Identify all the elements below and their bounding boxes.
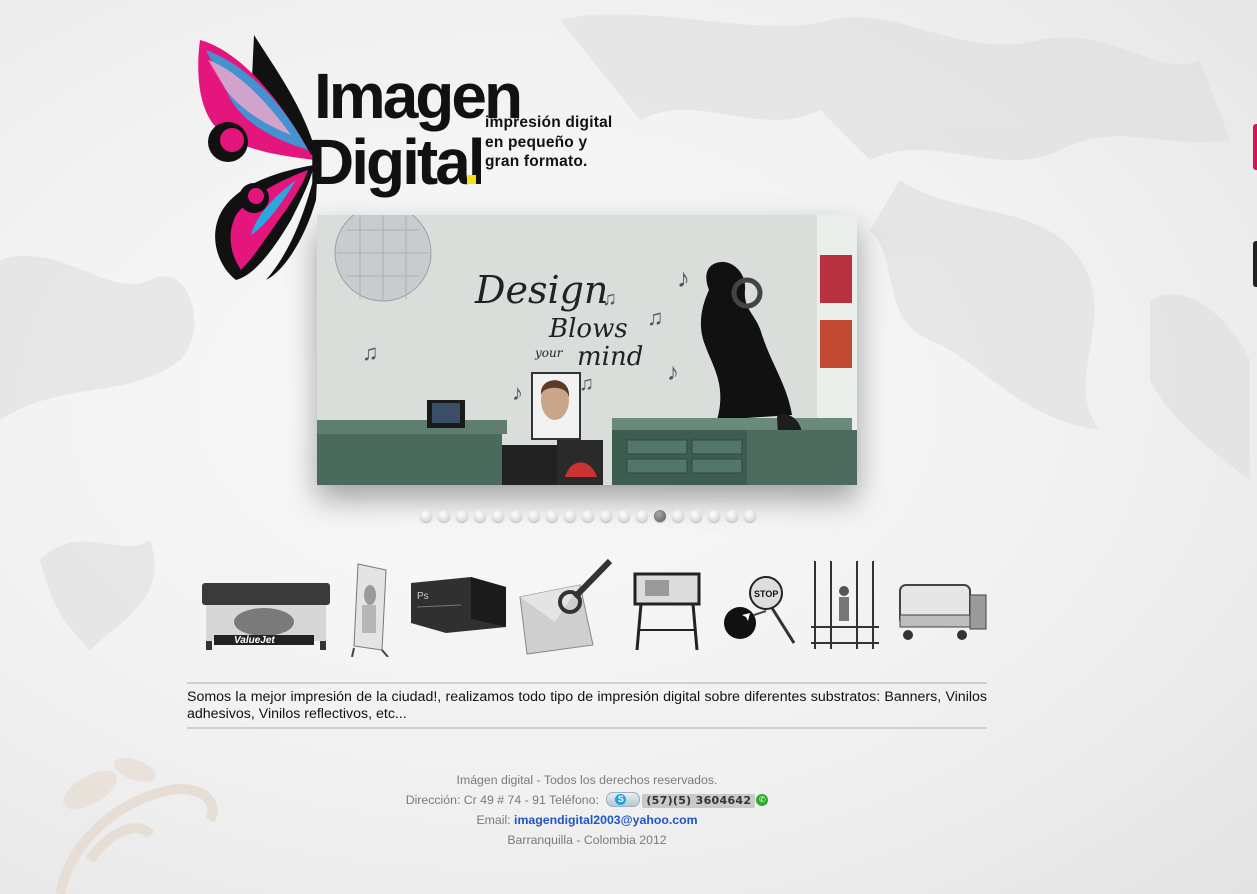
skype-icon: S xyxy=(615,794,627,806)
footer-email-label: Email: xyxy=(476,813,511,827)
laminator-machine-icon xyxy=(899,584,987,640)
photoshop-box-icon: Ps xyxy=(411,577,506,633)
slider-dot[interactable] xyxy=(600,510,612,522)
logo-tagline: impresión digital en pequeño y gran form… xyxy=(485,113,612,172)
thumb-scaffold-installer[interactable] xyxy=(809,561,881,658)
thumb-plotter[interactable] xyxy=(631,570,703,655)
svg-text:♪: ♪ xyxy=(512,380,523,405)
roll-up-banner-icon xyxy=(351,563,389,658)
slide-text-blows: Blows xyxy=(548,314,628,344)
slider-dot[interactable] xyxy=(726,510,738,522)
slider-dot[interactable] xyxy=(510,510,522,522)
slider-dot[interactable] xyxy=(618,510,630,522)
footer-city: Barranquilla - Colombia 2012 xyxy=(507,833,667,847)
svg-text:♫: ♫ xyxy=(602,288,617,310)
image-slider[interactable]: Design Blows your mind ♪ ♫ ♫ ♪ ♫ ♪ ♫ xyxy=(317,215,857,485)
slider-dot[interactable] xyxy=(492,510,504,522)
slider-dot[interactable] xyxy=(672,510,684,522)
large-format-printer-icon: ValueJet xyxy=(202,583,330,650)
slider-dot[interactable] xyxy=(744,510,756,522)
slider-dot[interactable] xyxy=(438,510,450,522)
stop-label: STOP xyxy=(754,589,778,599)
slide-text-mind: mind xyxy=(577,342,643,372)
side-tab-pink[interactable] xyxy=(1253,124,1257,170)
skype-status-button[interactable]: S xyxy=(606,792,641,808)
call-icon[interactable]: ✆ xyxy=(756,793,769,806)
thumb-photoshop-box[interactable]: Ps xyxy=(411,577,506,638)
slider-dot[interactable] xyxy=(636,510,648,522)
thumb-roll-up-banner[interactable] xyxy=(348,560,394,662)
slider-dot[interactable] xyxy=(528,510,540,522)
plotter-icon xyxy=(633,572,701,651)
slider-dot[interactable] xyxy=(708,510,720,522)
thumb-large-format-printer[interactable]: ValueJet xyxy=(194,575,336,655)
slider-dot[interactable] xyxy=(546,510,558,522)
slide-image: Design Blows your mind ♪ ♫ ♫ ♪ ♫ ♪ ♫ xyxy=(317,215,857,485)
stop-sign-icon: STOP xyxy=(724,576,796,644)
valuejet-label: ValueJet xyxy=(234,635,275,646)
butterfly-logo-icon xyxy=(198,35,318,280)
tagline-line: gran formato. xyxy=(485,153,588,170)
logo-yellow-dot xyxy=(467,175,476,184)
slider-dot[interactable] xyxy=(474,510,486,522)
phone-number[interactable]: (57)(5) 3604642 xyxy=(642,794,756,808)
svg-text:♫: ♫ xyxy=(647,305,664,330)
footer-rights: Imágen digital - Todos los derechos rese… xyxy=(456,773,718,787)
thumb-stop-sign[interactable]: STOP xyxy=(720,575,800,650)
service-thumbnails: ValueJet Ps STOP xyxy=(188,555,988,660)
slide-text-design: Design xyxy=(474,268,608,312)
email-link[interactable]: imagendigital2003@yahoo.com xyxy=(514,813,698,827)
svg-text:♫: ♫ xyxy=(579,373,594,395)
slider-dot[interactable] xyxy=(420,510,432,522)
svg-text:♫: ♫ xyxy=(362,340,379,365)
slider-dot[interactable] xyxy=(690,510,702,522)
tagline-line: impresión digital xyxy=(485,114,613,131)
footer-email-line: Email: imagendigital2003@yahoo.com xyxy=(187,810,987,830)
slider-dot[interactable] xyxy=(456,510,468,522)
slider-dot[interactable] xyxy=(564,510,576,522)
slider-dot[interactable] xyxy=(582,510,594,522)
thumb-vinyl-tool[interactable] xyxy=(515,557,615,660)
side-tab-dark[interactable] xyxy=(1253,241,1257,287)
company-description: Somos la mejor impresión de la ciudad!, … xyxy=(187,682,987,729)
scaffold-installer-icon xyxy=(811,561,879,649)
page-footer: Imágen digital - Todos los derechos rese… xyxy=(187,770,987,850)
photoshop-label: Ps xyxy=(417,591,429,602)
slider-dot[interactable] xyxy=(654,510,666,522)
slider-pagination xyxy=(420,510,756,522)
slide-text-your: your xyxy=(534,346,564,360)
footer-address-line: Dirección: Cr 49 # 74 - 91 Teléfono: S (5… xyxy=(187,790,987,810)
svg-text:♪: ♪ xyxy=(677,263,690,293)
vinyl-tool-icon xyxy=(519,558,613,655)
tagline-line: en pequeño y xyxy=(485,133,588,151)
thumb-laminator-machine[interactable] xyxy=(892,575,988,648)
footer-address: Dirección: Cr 49 # 74 - 91 Teléfono: xyxy=(405,793,599,807)
svg-text:♪: ♪ xyxy=(667,359,679,386)
logo-word-digital: Digital xyxy=(308,126,486,198)
